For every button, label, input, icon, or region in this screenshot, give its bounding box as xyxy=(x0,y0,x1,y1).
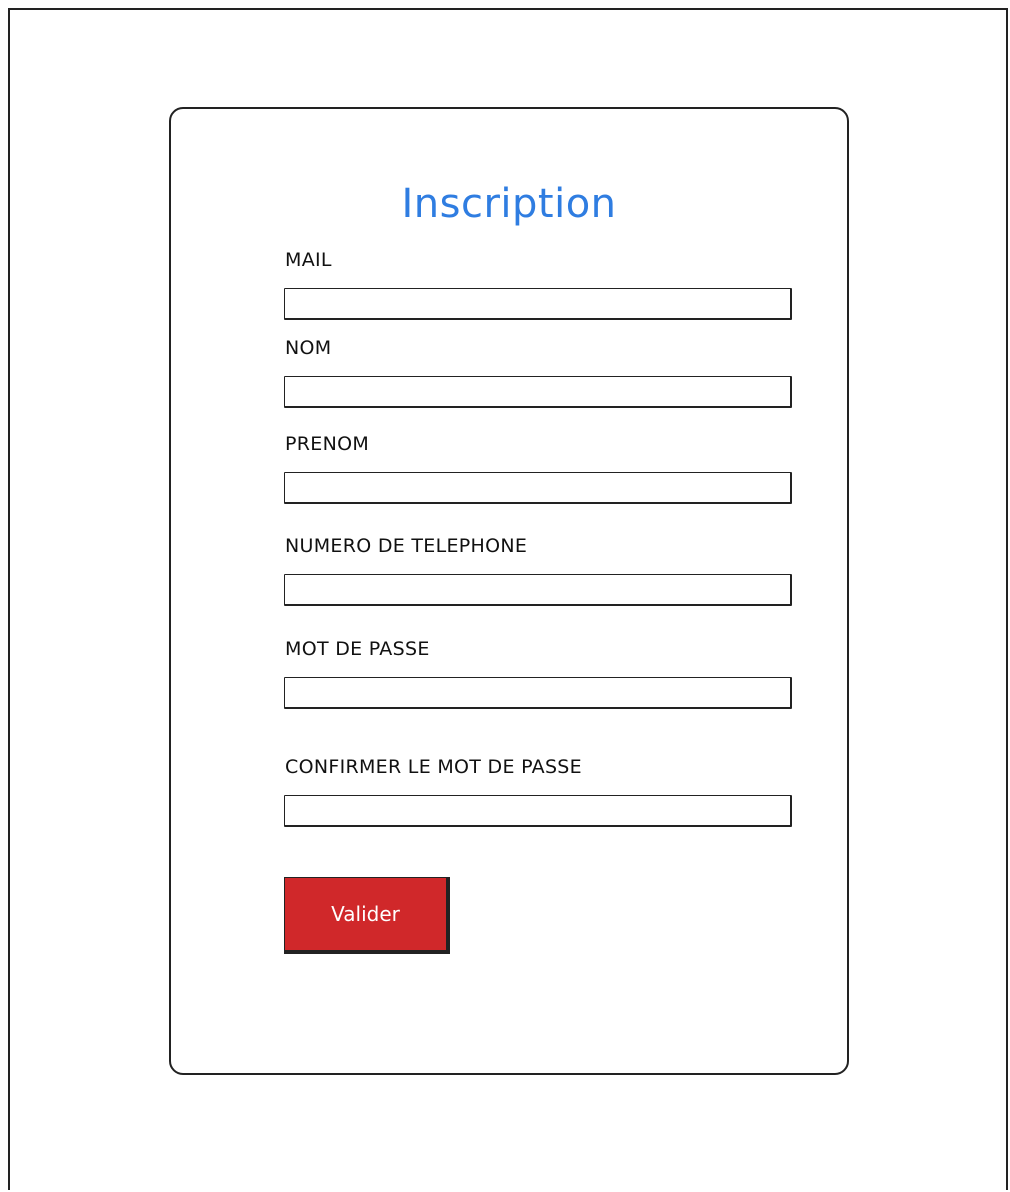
telephone-label: NUMERO DE TELEPHONE xyxy=(285,535,528,557)
mail-label: MAIL xyxy=(285,249,332,271)
mail-input[interactable] xyxy=(284,288,792,320)
prenom-input[interactable] xyxy=(284,472,792,504)
form-title: Inscription xyxy=(401,181,617,227)
telephone-input[interactable] xyxy=(284,574,792,606)
prenom-label: PRENOM xyxy=(285,433,370,455)
nom-input[interactable] xyxy=(284,376,792,408)
confirm-password-input[interactable] xyxy=(284,795,792,827)
signup-form-card: Inscription MAIL NOM PRENOM NUMERO DE TE… xyxy=(169,107,849,1075)
password-label: MOT DE PASSE xyxy=(285,638,430,660)
nom-label: NOM xyxy=(285,337,332,359)
submit-button[interactable]: Valider xyxy=(284,877,450,954)
confirm-password-label: CONFIRMER LE MOT DE PASSE xyxy=(285,756,582,778)
password-input[interactable] xyxy=(284,677,792,709)
